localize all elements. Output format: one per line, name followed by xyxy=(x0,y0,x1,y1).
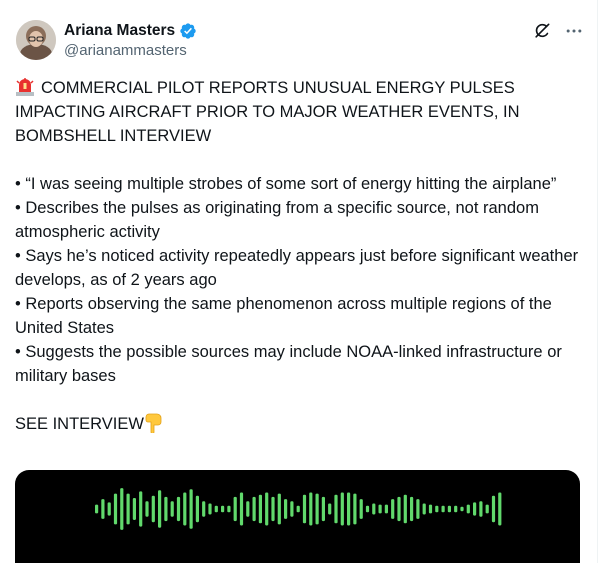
waveform-bar xyxy=(391,499,395,519)
grok-icon[interactable] xyxy=(531,20,553,42)
waveform-bar xyxy=(498,492,502,526)
more-options-icon[interactable] xyxy=(563,20,585,42)
waveform-bar xyxy=(246,501,250,517)
post-headline-text: COMMERCIAL PILOT REPORTS UNUSUAL ENERGY … xyxy=(15,79,520,145)
waveform-bar xyxy=(422,503,426,515)
waveform-bar xyxy=(416,499,420,519)
waveform-bar xyxy=(151,495,155,523)
waveform-bar xyxy=(277,493,281,525)
waveform-bar xyxy=(491,495,496,523)
waveform-bar xyxy=(454,505,458,513)
author-name-row: Ariana Masters xyxy=(64,20,197,42)
post-bullet: • Reports observing the same phenomenon … xyxy=(15,295,552,337)
waveform-bar xyxy=(132,498,136,520)
waveform-bar xyxy=(378,504,382,514)
post-cta: SEE INTERVIEW xyxy=(15,412,585,436)
post-header: Ariana Masters @arianammasters xyxy=(16,18,585,66)
post-top-actions xyxy=(531,20,585,42)
post-bullet: • “I was seeing multiple strobes of some… xyxy=(15,175,557,193)
waveform-bar xyxy=(284,499,288,519)
waveform-bar xyxy=(485,504,489,514)
waveform-bar xyxy=(340,492,344,526)
waveform-bar xyxy=(321,496,325,522)
post-headline: COMMERCIAL PILOT REPORTS UNUSUAL ENERGY … xyxy=(15,76,585,148)
waveform-bar xyxy=(353,493,357,525)
waveform-bar xyxy=(372,503,376,515)
waveform-bar xyxy=(170,501,174,517)
post-bullet: • Describes the pulses as originating fr… xyxy=(15,199,539,241)
waveform-bar xyxy=(221,505,225,513)
waveform-bar xyxy=(296,505,300,513)
verified-badge-icon[interactable] xyxy=(179,22,197,40)
waveform-bar xyxy=(120,488,124,530)
waveform-bar xyxy=(290,501,294,517)
avatar[interactable] xyxy=(16,20,56,60)
waveform-bar xyxy=(447,505,451,513)
post-bullet: • Suggests the possible sources may incl… xyxy=(15,343,562,385)
backhand-index-pointing-down-emoji xyxy=(145,413,163,434)
post: Ariana Masters @arianammasters COMMERCIA… xyxy=(0,0,601,563)
waveform-bar xyxy=(176,496,181,522)
waveform-bar xyxy=(208,503,212,515)
waveform-bar xyxy=(126,493,130,525)
waveform-bar xyxy=(107,502,111,516)
waveform-bar xyxy=(113,493,118,525)
waveform-bar xyxy=(473,502,477,516)
waveform-bar xyxy=(479,501,483,517)
waveform-bar xyxy=(271,496,275,522)
post-cta-text: SEE INTERVIEW xyxy=(15,415,144,433)
waveform-bar xyxy=(145,501,149,517)
post-text: COMMERCIAL PILOT REPORTS UNUSUAL ENERGY … xyxy=(15,76,585,436)
post-border xyxy=(597,0,598,563)
waveform-bar xyxy=(258,494,262,524)
waveform-bar xyxy=(164,496,168,522)
waveform-bar xyxy=(365,505,370,513)
waveform-bar xyxy=(435,505,439,513)
audio-waveform xyxy=(95,488,502,530)
waveform-bar xyxy=(101,499,105,519)
waveform-bar xyxy=(202,501,206,517)
waveform-bar xyxy=(441,505,445,513)
waveform-bar xyxy=(466,504,470,514)
waveform-bar xyxy=(384,504,388,514)
waveform-bar xyxy=(139,491,143,527)
waveform-bar xyxy=(309,492,313,526)
waveform-bar xyxy=(302,494,307,524)
waveform-bar xyxy=(214,505,218,513)
waveform-bar xyxy=(95,504,99,514)
waveform-bar xyxy=(315,493,319,525)
waveform-bar xyxy=(359,499,363,519)
waveform-bar xyxy=(347,492,351,526)
media-video[interactable] xyxy=(15,470,580,563)
waveform-bar xyxy=(195,495,199,523)
author-handle[interactable]: @arianammasters xyxy=(64,42,197,59)
waveform-bar xyxy=(403,494,407,524)
waveform-bar xyxy=(158,490,162,528)
waveform-bar xyxy=(239,492,244,526)
waveform-bar xyxy=(428,504,433,514)
waveform-bar xyxy=(410,496,414,522)
waveform-bar xyxy=(252,496,256,522)
waveform-bar xyxy=(460,506,464,512)
author-block: Ariana Masters @arianammasters xyxy=(64,20,197,59)
waveform-bar xyxy=(233,496,237,522)
waveform-bar xyxy=(183,492,187,526)
author-name[interactable]: Ariana Masters xyxy=(64,22,175,40)
waveform-bar xyxy=(397,496,401,522)
waveform-bar xyxy=(334,494,338,524)
waveform-bar xyxy=(328,503,332,515)
waveform-bar xyxy=(227,505,231,513)
waveform-bar xyxy=(189,489,193,529)
waveform-bar xyxy=(265,492,269,526)
post-bullet: • Says he’s noticed activity repeatedly … xyxy=(15,247,579,289)
rotating-light-emoji xyxy=(15,78,35,96)
